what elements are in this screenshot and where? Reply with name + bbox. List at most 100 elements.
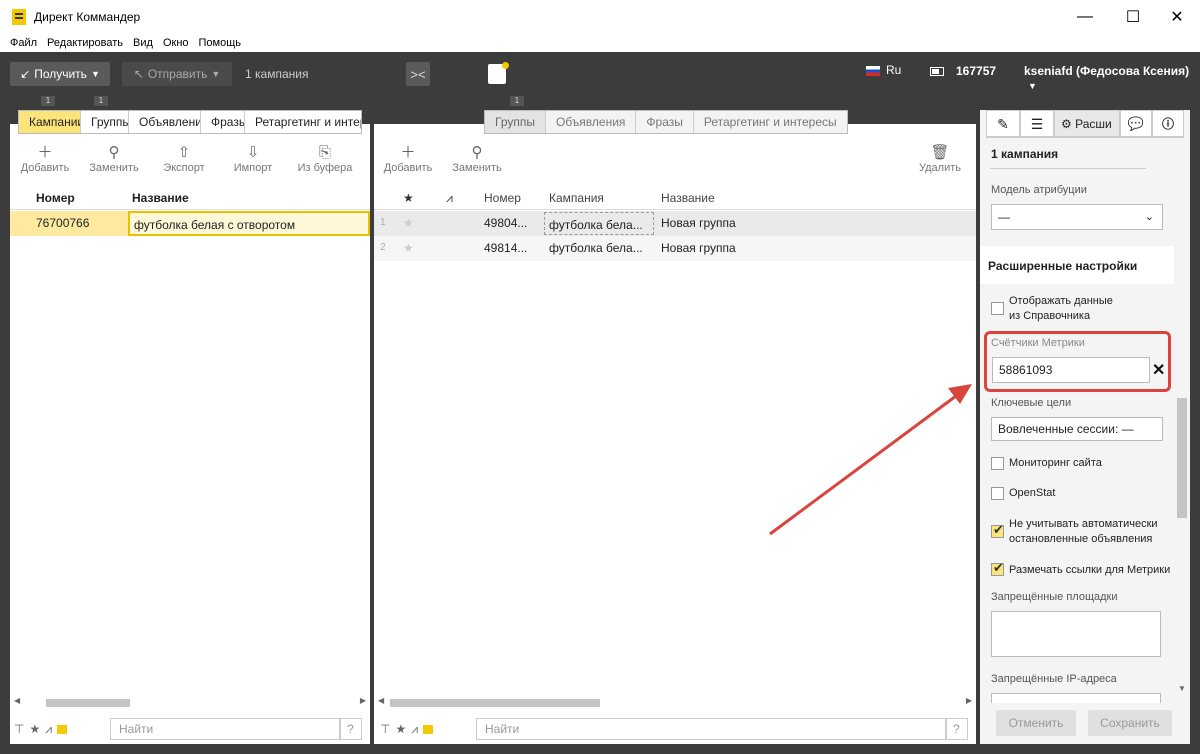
paste-button[interactable]: ⎘ Из буфера bbox=[294, 144, 356, 174]
column-number[interactable]: Номер bbox=[36, 186, 75, 210]
note-icon[interactable] bbox=[57, 724, 67, 734]
add-group-button[interactable]: ＋ Добавить bbox=[380, 144, 436, 174]
forbidden-sites-label: Запрещённые площадки bbox=[991, 591, 1118, 603]
middle-tab-strip: Группы Объявления Фразы Ретаргетинг и ин… bbox=[484, 110, 848, 134]
star-column-icon[interactable]: ★ bbox=[403, 191, 414, 205]
replace-group-button[interactable]: ⚲ Заменить bbox=[448, 144, 506, 174]
tab-campaigns[interactable]: Кампании bbox=[19, 111, 81, 133]
ignore-auto-stopped-label: Не учитывать автоматически остановленные … bbox=[1009, 517, 1158, 547]
cancel-button[interactable]: Отменить bbox=[996, 710, 1076, 736]
tab-phrases[interactable]: Фразы bbox=[201, 111, 245, 133]
row-number: 1 bbox=[380, 217, 386, 228]
campaign-count: 1 кампания bbox=[245, 67, 309, 81]
search-input[interactable]: Найти bbox=[476, 718, 946, 740]
vertical-scroll-thumb[interactable] bbox=[1177, 398, 1187, 518]
export-button[interactable]: ⇧ Экспорт bbox=[158, 144, 210, 174]
menu-view[interactable]: Вид bbox=[133, 37, 153, 49]
add-button[interactable]: ＋ Добавить bbox=[18, 144, 72, 174]
tab-retargeting[interactable]: Ретаргетинг и интересы bbox=[245, 111, 361, 133]
attribution-select[interactable]: — ⌄ bbox=[991, 204, 1163, 230]
metrika-counter-input[interactable]: 58861093 bbox=[992, 357, 1150, 383]
tab-phrases[interactable]: Фразы bbox=[636, 111, 694, 133]
group-name: Новая группа bbox=[661, 216, 736, 230]
filter-icon[interactable]: ⊤ bbox=[14, 722, 24, 736]
close-button[interactable]: ✕ bbox=[1154, 0, 1200, 34]
menu-window[interactable]: Окно bbox=[163, 37, 189, 49]
star-icon[interactable]: ★ bbox=[29, 722, 40, 736]
tab-count-badge: 1 bbox=[41, 96, 55, 106]
forbidden-sites-textarea[interactable] bbox=[991, 611, 1161, 657]
tab-ads[interactable]: Объявления bbox=[546, 111, 637, 133]
row-number: 2 bbox=[380, 242, 386, 253]
tab-groups[interactable]: Группы bbox=[81, 111, 129, 133]
menu-help[interactable]: Помощь bbox=[199, 37, 242, 49]
sliders-icon[interactable]: ☰ bbox=[1020, 110, 1054, 137]
tab-retargeting[interactable]: Ретаргетинг и интересы bbox=[694, 111, 847, 133]
tab-count-badge: 1 bbox=[94, 96, 108, 106]
column-name[interactable]: Название bbox=[661, 186, 715, 210]
menu-file[interactable]: Файл bbox=[10, 37, 37, 49]
arrows-inward-icon: >< bbox=[410, 66, 426, 82]
sparkline-icon[interactable]: ⩘ bbox=[411, 722, 418, 737]
sparkline-column-icon[interactable]: ⩘ bbox=[446, 191, 453, 206]
search-input[interactable]: Найти bbox=[110, 718, 340, 740]
edit-pencil-icon[interactable]: ✎ bbox=[986, 110, 1020, 137]
show-directory-checkbox[interactable] bbox=[991, 302, 1004, 315]
column-number[interactable]: Номер bbox=[484, 186, 521, 210]
tab-groups[interactable]: Группы bbox=[485, 111, 546, 133]
key-goals-input[interactable]: Вовлеченные сессии: — bbox=[991, 417, 1163, 441]
middle-horizontal-scrollbar[interactable]: ◀ ▶ bbox=[376, 696, 974, 709]
sparkline-icon[interactable]: ⩘ bbox=[45, 722, 52, 737]
scroll-thumb[interactable] bbox=[390, 699, 600, 707]
send-button[interactable]: ↖ Отправить ▼ bbox=[122, 62, 232, 86]
delete-label: Удалить bbox=[919, 162, 961, 174]
minimize-button[interactable]: — bbox=[1062, 0, 1108, 34]
mark-links-checkbox[interactable] bbox=[991, 560, 1004, 576]
column-campaign[interactable]: Кампания bbox=[549, 186, 604, 210]
column-name[interactable]: Название bbox=[132, 186, 189, 210]
group-campaign: футболка бела... bbox=[544, 212, 654, 235]
paste-label: Из буфера bbox=[297, 162, 353, 174]
scroll-thumb[interactable] bbox=[46, 699, 130, 707]
maximize-button[interactable]: ☐ bbox=[1110, 0, 1156, 34]
help-button[interactable]: ? bbox=[946, 718, 968, 740]
arrow-shaft bbox=[769, 394, 957, 536]
user-account-menu[interactable]: kseniafd (Федосова Ксения) ▼ bbox=[1024, 64, 1200, 92]
plus-icon: ＋ bbox=[37, 144, 53, 161]
video-notification-icon[interactable] bbox=[488, 62, 509, 84]
tab-ads[interactable]: Объявления bbox=[129, 111, 201, 133]
info-icon[interactable]: ⓘ bbox=[1152, 110, 1184, 137]
scroll-down-icon[interactable]: ▼ bbox=[1178, 684, 1186, 693]
left-filter-bar: ⊤ ★ ⩘ bbox=[14, 714, 104, 744]
selected-campaign-count: 1 кампания bbox=[991, 147, 1059, 161]
openstat-checkbox[interactable] bbox=[991, 487, 1004, 500]
middle-filter-bar: ⊤ ★ ⩘ bbox=[380, 714, 460, 744]
forbidden-ip-textarea[interactable] bbox=[991, 693, 1161, 703]
delete-button[interactable]: 🗑 Удалить bbox=[914, 144, 966, 174]
star-icon[interactable]: ★ bbox=[403, 216, 414, 230]
ignore-auto-stopped-checkbox[interactable] bbox=[991, 522, 1004, 538]
language-selector[interactable]: Ru bbox=[886, 63, 901, 77]
campaign-id: 76700766 bbox=[36, 216, 90, 230]
get-button[interactable]: ↙ Получить ▼ bbox=[10, 62, 110, 86]
save-button[interactable]: Сохранить bbox=[1088, 710, 1172, 736]
chevron-down-icon: ▼ bbox=[90, 69, 100, 79]
note-icon[interactable] bbox=[423, 724, 433, 734]
star-icon[interactable]: ★ bbox=[403, 241, 414, 255]
menu-edit[interactable]: Редактировать bbox=[47, 37, 123, 49]
help-button[interactable]: ? bbox=[340, 718, 362, 740]
left-horizontal-scrollbar[interactable]: ◀ ▶ bbox=[12, 696, 368, 709]
collapse-panels-button[interactable]: >< bbox=[406, 62, 430, 86]
tab-advanced-settings[interactable]: ⚙ Расши bbox=[1054, 110, 1120, 137]
campaign-name-cell[interactable]: футболка белая с отворотом bbox=[128, 211, 370, 236]
chevron-down-icon: ⌄ bbox=[1144, 211, 1154, 223]
clear-x-icon[interactable]: ✕ bbox=[1152, 360, 1165, 380]
star-icon[interactable]: ★ bbox=[395, 722, 406, 736]
scroll-left-icon: ◀ bbox=[378, 696, 385, 705]
import-button[interactable]: ⇩ Импорт bbox=[228, 144, 278, 174]
monitoring-checkbox[interactable] bbox=[991, 457, 1004, 470]
menu-bar: Файл Редактировать Вид Окно Помощь bbox=[0, 34, 1200, 52]
replace-button[interactable]: ⚲ Заменить bbox=[86, 144, 142, 174]
comment-icon[interactable]: 💬 bbox=[1120, 110, 1152, 137]
filter-icon[interactable]: ⊤ bbox=[380, 722, 390, 736]
